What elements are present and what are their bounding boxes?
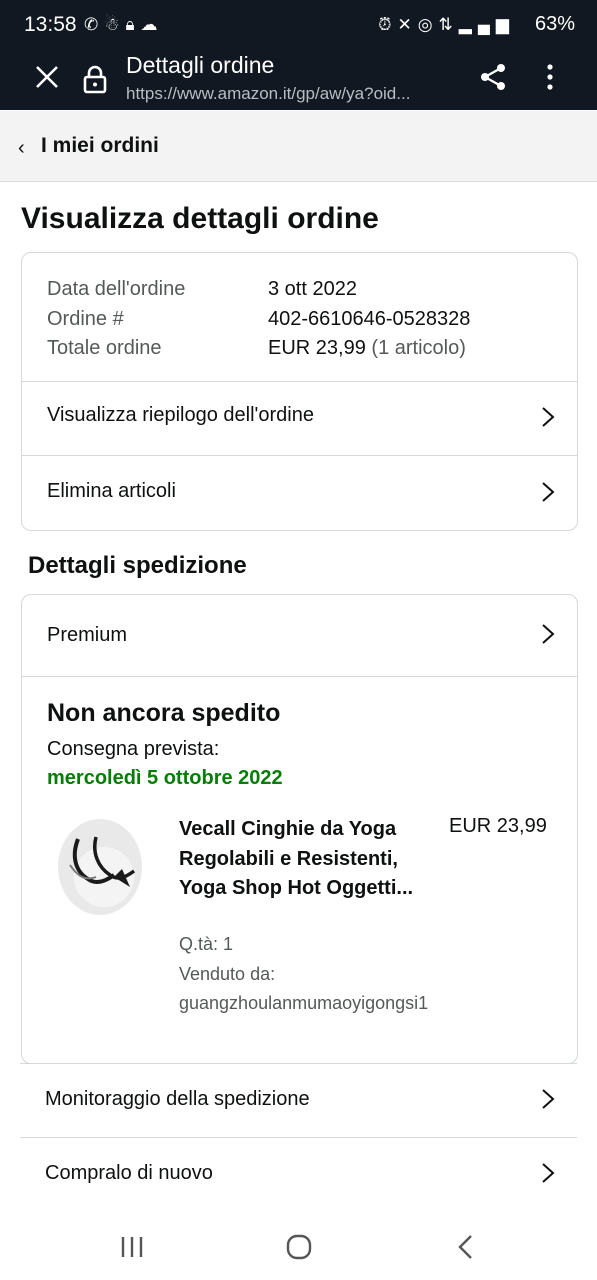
- divider: [22, 676, 577, 677]
- order-total-amount: EUR 23,99: [268, 337, 366, 359]
- breadcrumb[interactable]: ‹ I miei ordini: [0, 111, 597, 182]
- signal-icon: ▂▄▆: [458, 15, 515, 34]
- shipping-method-label: Premium: [47, 624, 128, 646]
- sold-by-label: Venduto da:: [179, 964, 276, 984]
- order-total-value: EUR 23,99 (1 articolo): [268, 334, 466, 364]
- home-icon[interactable]: [286, 1234, 312, 1260]
- recent-apps-icon[interactable]: [120, 1236, 144, 1258]
- lock-icon: 🔒︎: [125, 15, 141, 34]
- 5g-icon: ⇅: [438, 15, 459, 34]
- order-item-count: (1 articolo): [371, 337, 466, 359]
- shipment-status: Non ancora spedito: [47, 699, 281, 727]
- mute-icon: ✕: [397, 15, 418, 34]
- track-package-link[interactable]: Monitoraggio della spedizione: [20, 1063, 577, 1137]
- buy-again-link[interactable]: Compralo di nuovo: [20, 1137, 577, 1211]
- order-number-label: Ordine #: [47, 307, 124, 330]
- delivery-estimate-label: Consegna prevista:: [47, 738, 220, 760]
- browser-top-bar: 13:58 ✆☃🔒︎☁ ⏰︎✕◎⇅▂▄▆ 63% Dettagli ordine…: [0, 0, 597, 110]
- delete-items-link[interactable]: Elimina articoli: [22, 455, 577, 530]
- share-icon[interactable]: [478, 62, 508, 92]
- chevron-right-icon: [542, 1163, 555, 1183]
- delete-items-label: Elimina articoli: [47, 480, 176, 502]
- battery-level: 63%: [534, 13, 575, 35]
- product-price: EUR 23,99: [449, 815, 547, 837]
- product-name-link[interactable]: Vecall Cinghie da Yoga Regolabili e Resi…: [179, 815, 439, 904]
- seller-name-link[interactable]: guangzhoulanmumaoyigongsi1: [179, 993, 428, 1014]
- chevron-right-icon: [542, 1089, 555, 1109]
- breadcrumb-label[interactable]: I miei ordini: [41, 134, 159, 158]
- order-date-value: 3 ott 2022: [268, 278, 357, 300]
- hotspot-icon: ◎: [417, 15, 439, 34]
- view-order-summary-label: Visualizza riepilogo dell'ordine: [47, 404, 314, 426]
- order-date-label: Data dell'ordine: [47, 278, 186, 300]
- url-bar: Dettagli ordine https://www.amazon.it/gp…: [0, 50, 597, 110]
- buy-again-label: Compralo di nuovo: [45, 1162, 213, 1184]
- status-right-icons: ⏰︎✕◎⇅▂▄▆: [378, 15, 515, 35]
- delivery-estimate-date: mercoledì 5 ottobre 2022: [47, 767, 283, 789]
- alarm-icon: ⏰︎: [378, 15, 398, 34]
- page-title: Visualizza dettagli ordine: [21, 202, 379, 235]
- chevron-left-icon: ‹: [18, 137, 25, 159]
- url-text[interactable]: https://www.amazon.it/gp/aw/ya?oid...: [126, 84, 456, 104]
- chevron-right-icon: [542, 482, 555, 502]
- back-icon[interactable]: [457, 1234, 473, 1260]
- shipping-method-row[interactable]: Premium: [22, 595, 577, 676]
- status-left-icons: ✆☃🔒︎☁: [84, 15, 164, 35]
- close-icon[interactable]: [32, 62, 62, 92]
- track-package-label: Monitoraggio della spedizione: [45, 1088, 310, 1110]
- view-order-summary-link[interactable]: Visualizza riepilogo dell'ordine: [22, 381, 577, 455]
- lock-icon: [83, 65, 107, 94]
- whatsapp-icon: ✆: [84, 15, 105, 34]
- order-summary-card: Data dell'ordine 3 ott 2022 Ordine # 402…: [21, 252, 578, 531]
- order-number-value: 402-6610646-0528328: [268, 307, 471, 330]
- order-total-label: Totale ordine: [47, 337, 162, 359]
- status-bar: 13:58 ✆☃🔒︎☁ ⏰︎✕◎⇅▂▄▆ 63%: [0, 0, 597, 50]
- product-quantity: Q.tà: 1: [179, 934, 234, 954]
- shipment-card: Premium Non ancora spedito Consegna prev…: [21, 594, 578, 1064]
- chevron-right-icon: [542, 624, 555, 644]
- chevron-right-icon: [542, 407, 555, 427]
- notification-icon: ☃: [104, 15, 126, 34]
- product-thumbnail[interactable]: [56, 817, 144, 917]
- cloud-upload-icon: ☁: [140, 15, 164, 34]
- more-options-icon[interactable]: [540, 62, 560, 92]
- browser-page-title: Dettagli ordine: [126, 52, 275, 78]
- status-time: 13:58: [24, 13, 77, 36]
- android-nav-bar: [0, 1212, 597, 1280]
- shipping-heading: Dettagli spedizione: [28, 552, 247, 579]
